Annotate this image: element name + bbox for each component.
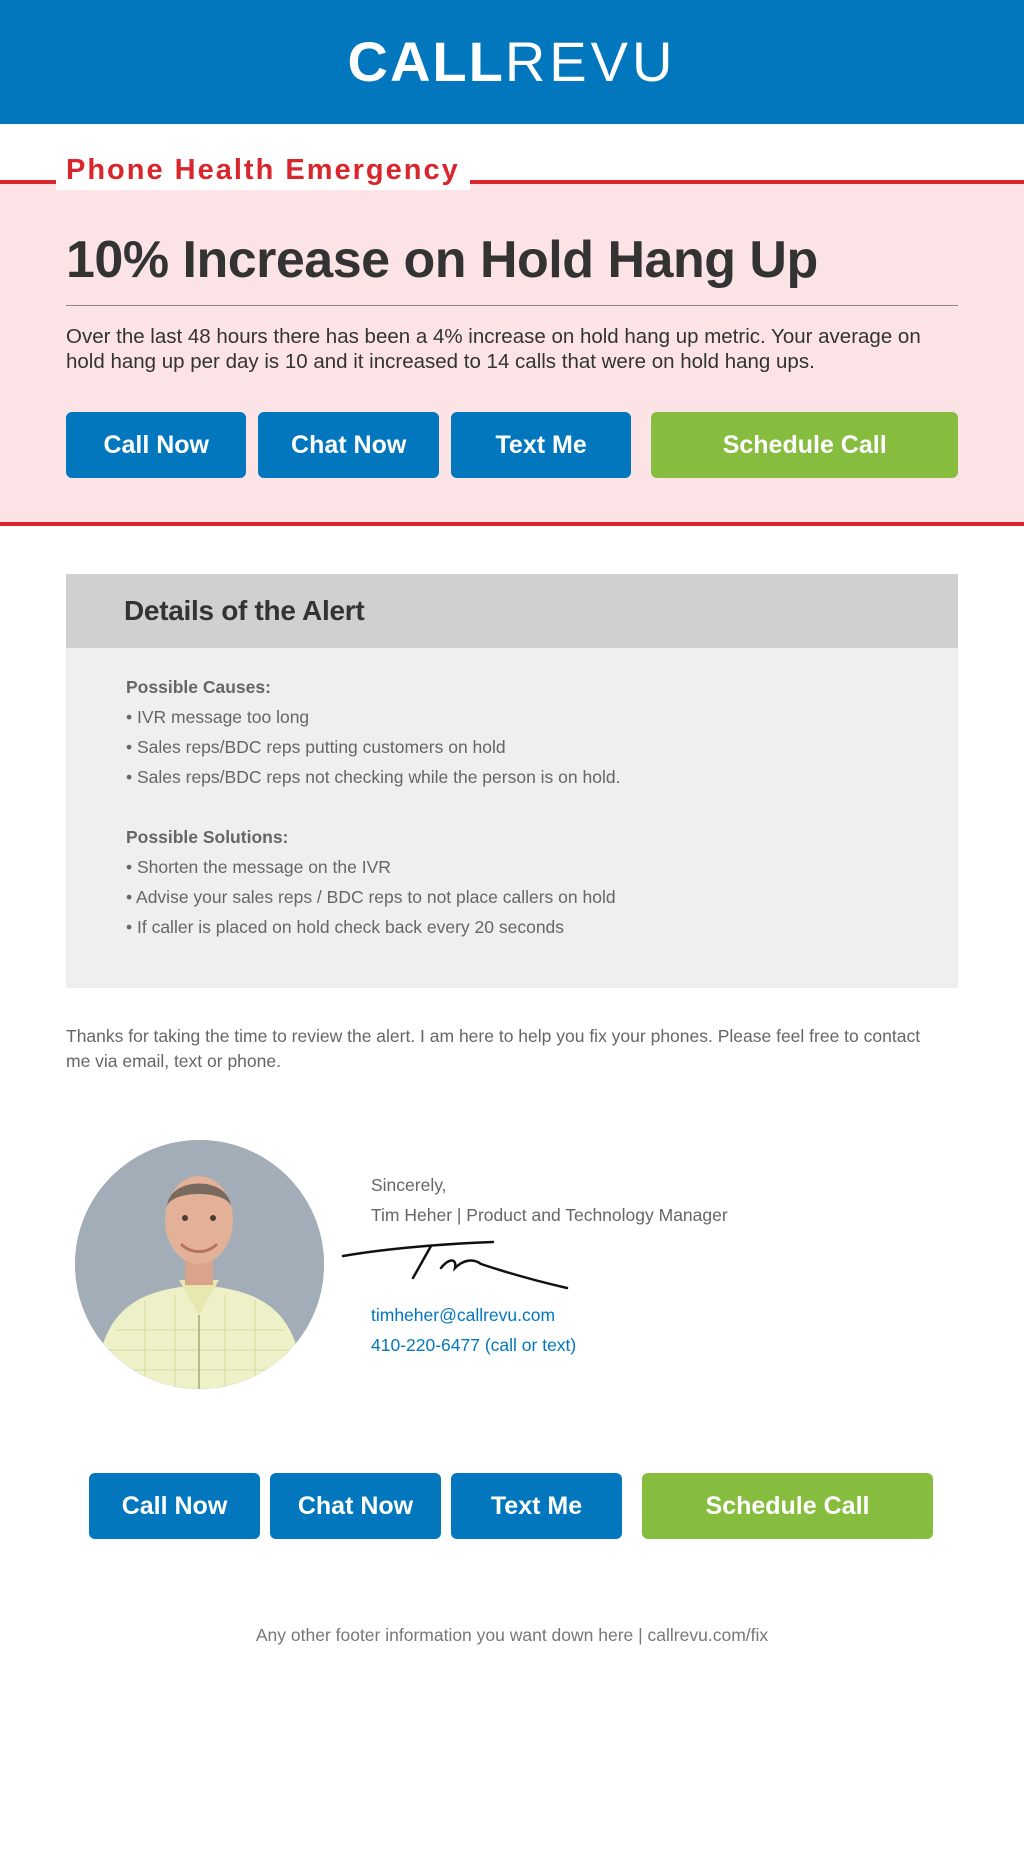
- text-me-button[interactable]: Text Me: [450, 412, 632, 479]
- action-buttons-top: Call Now Chat Now Text Me Schedule Call: [66, 412, 959, 479]
- signature-block: Sincerely, Tim Heher | Product and Techn…: [75, 1140, 1024, 1390]
- person-photo-icon: [75, 1140, 324, 1390]
- solutions-title: Possible Solutions:: [126, 827, 289, 848]
- signature-name-title: Tim Heher | Product and Technology Manag…: [371, 1205, 728, 1226]
- alert-summary: Over the last 48 hours there has been a …: [66, 325, 921, 374]
- callrevu-logo: CALLREVU: [348, 34, 677, 90]
- call-now-button[interactable]: Call Now: [66, 412, 247, 479]
- cause-item: • Sales reps/BDC reps putting customers …: [126, 737, 506, 758]
- text-me-button-bottom[interactable]: Text Me: [451, 1473, 622, 1540]
- call-now-button-bottom[interactable]: Call Now: [89, 1473, 260, 1540]
- solution-item: • Advise your sales reps / BDC reps to n…: [126, 887, 616, 908]
- causes-title: Possible Causes:: [126, 677, 271, 698]
- schedule-call-button-bottom[interactable]: Schedule Call: [642, 1473, 933, 1540]
- details-title: Details of the Alert: [66, 574, 958, 649]
- solution-item: • Shorten the message on the IVR: [126, 857, 391, 878]
- chat-now-button[interactable]: Chat Now: [258, 412, 439, 479]
- phone-link[interactable]: 410-220-6477 (call or text): [371, 1330, 728, 1360]
- cause-item: • Sales reps/BDC reps not checking while…: [126, 767, 621, 788]
- action-buttons-bottom: Call Now Chat Now Text Me Schedule Call: [89, 1473, 1024, 1540]
- schedule-call-button[interactable]: Schedule Call: [651, 412, 959, 479]
- header-banner: CALLREVU: [0, 0, 1024, 124]
- avatar-photo: [75, 1140, 324, 1390]
- solution-item: • If caller is placed on hold check back…: [126, 917, 565, 938]
- alert-headline: 10% Increase on Hold Hang Up: [66, 231, 958, 307]
- cause-item: • IVR message too long: [126, 707, 310, 728]
- alert-details-panel: Details of the Alert Possible Causes: • …: [66, 574, 958, 989]
- chat-now-button-bottom[interactable]: Chat Now: [270, 1473, 441, 1540]
- thanks-message: Thanks for taking the time to review the…: [66, 1026, 921, 1072]
- email-link[interactable]: timheher@callrevu.com: [371, 1300, 728, 1330]
- emergency-section: Phone Health Emergency 10% Increase on H…: [0, 150, 1024, 527]
- handwritten-signature-icon: [341, 1240, 569, 1290]
- emergency-label: Phone Health Emergency: [56, 150, 470, 190]
- logo-light-text: REVU: [504, 30, 677, 93]
- signature-closing: Sincerely,: [371, 1175, 447, 1196]
- footer-text: Any other footer information you want do…: [255, 1625, 769, 1646]
- email-page: CALLREVU Phone Health Emergency 10% Incr…: [0, 0, 1024, 1851]
- logo-bold-text: CALL: [347, 30, 505, 93]
